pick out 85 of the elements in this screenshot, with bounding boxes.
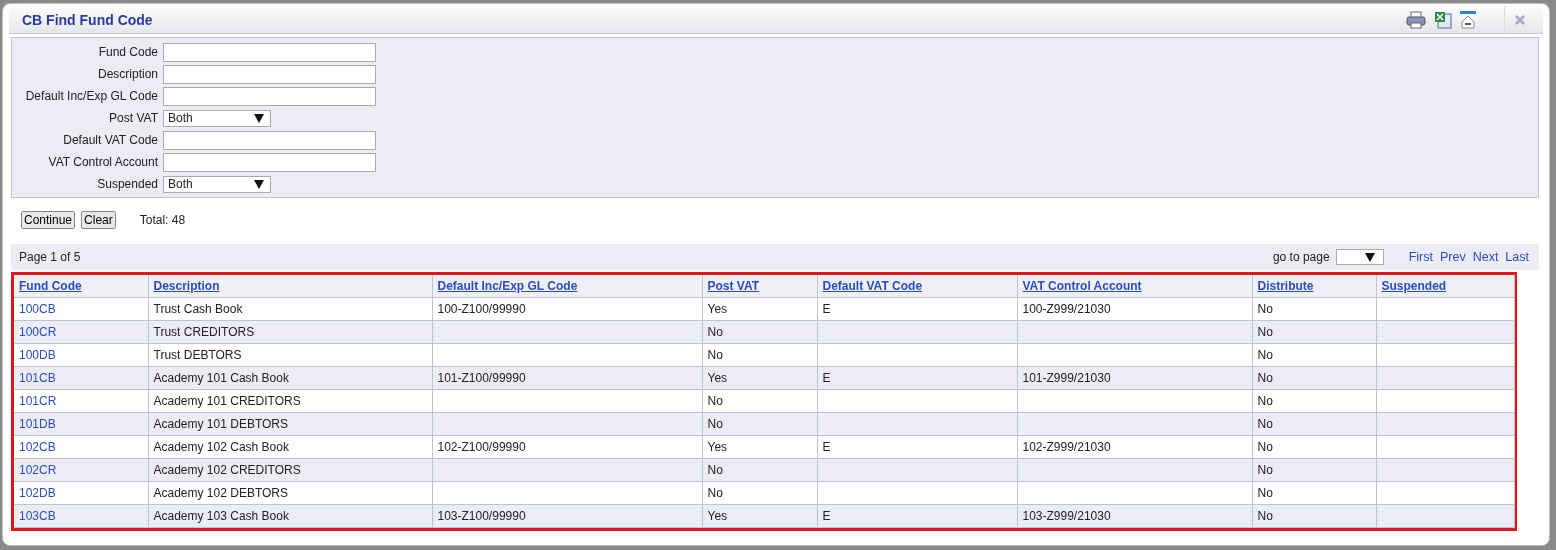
record-link[interactable]: 101DB [14, 412, 148, 436]
page-info: Page 1 of 5 [19, 250, 82, 264]
table-cell: No [702, 458, 817, 482]
table-cell: 103-Z100/99990 [432, 504, 702, 528]
close-icon[interactable] [1514, 13, 1526, 26]
field-label: Post VAT [108, 111, 159, 125]
record-link[interactable]: 100CB [14, 297, 148, 321]
table-cell: Academy 102 CREDITORS [148, 458, 432, 482]
record-link[interactable]: 101CR [14, 389, 148, 413]
record-link[interactable]: 101CB [14, 366, 148, 390]
print-icon[interactable] [1406, 10, 1426, 29]
table-cell: E [817, 435, 1017, 459]
table-cell: Trust CREDITORS [148, 320, 432, 344]
column-header-link[interactable]: Description [153, 279, 220, 293]
table-cell: Trust DEBTORS [148, 343, 432, 367]
table-cell: No [702, 343, 817, 367]
field-label: Description [96, 67, 159, 81]
table-cell: 100-Z100/99990 [432, 297, 702, 321]
table-cell: Trust Cash Book [148, 297, 432, 321]
table-cell: 102-Z999/21030 [1017, 435, 1252, 459]
table-cell: No [1252, 458, 1376, 482]
table-cell: No [702, 481, 817, 505]
table-cell: No [702, 320, 817, 344]
input-field[interactable] [163, 86, 376, 106]
table-cell: No [702, 412, 817, 436]
input-field[interactable] [163, 64, 376, 84]
collapse-icon[interactable] [1460, 10, 1476, 29]
select-field[interactable]: Both [163, 109, 271, 127]
table-cell: No [1252, 481, 1376, 505]
spreadsheet-icon[interactable] [1434, 10, 1452, 29]
input-field[interactable] [163, 152, 376, 172]
table-cell: No [1252, 320, 1376, 344]
field-label: Suspended [96, 177, 159, 191]
select-field[interactable]: Both [163, 175, 271, 193]
pager-link[interactable]: First [1408, 250, 1433, 264]
record-link[interactable]: 100CR [14, 320, 148, 344]
table-cell: Yes [702, 297, 817, 321]
field-label: VAT Control Account [47, 155, 159, 169]
pager-link[interactable]: Last [1505, 250, 1529, 264]
table-cell: Academy 103 Cash Book [148, 504, 432, 528]
table-cell: 103-Z999/21030 [1017, 504, 1252, 528]
table-cell: No [702, 389, 817, 413]
table-cell: Academy 101 Cash Book [148, 366, 432, 390]
table-cell: E [817, 366, 1017, 390]
table-cell: Academy 101 DEBTORS [148, 412, 432, 436]
table-cell: No [1252, 504, 1376, 528]
clear-button[interactable]: Clear [81, 211, 116, 229]
table-cell: E [817, 504, 1017, 528]
input-field[interactable] [163, 42, 376, 62]
table-cell: 100-Z999/21030 [1017, 297, 1252, 321]
table-cell: No [1252, 435, 1376, 459]
table-cell: No [1252, 389, 1376, 413]
continue-button[interactable]: Continue [21, 211, 76, 229]
table-cell: Yes [702, 504, 817, 528]
page-select[interactable] [1335, 249, 1384, 265]
pager-link[interactable]: Prev [1439, 250, 1466, 264]
record-link[interactable]: 102DB [14, 481, 148, 505]
table-cell: 101-Z999/21030 [1017, 366, 1252, 390]
record-link[interactable]: 102CR [14, 458, 148, 482]
table-cell: No [1252, 412, 1376, 436]
table-cell: Yes [702, 435, 817, 459]
caret-icon [1364, 252, 1375, 262]
record-link[interactable]: 100DB [14, 343, 148, 367]
table-cell: 102-Z100/99990 [432, 435, 702, 459]
total-count: Total: 48 [139, 213, 186, 227]
pager-link[interactable]: Next [1472, 250, 1499, 264]
table-cell: Academy 102 Cash Book [148, 435, 432, 459]
table-cell: Academy 101 CREDITORS [148, 389, 432, 413]
table-cell: No [1252, 366, 1376, 390]
table-cell: Yes [702, 366, 817, 390]
goto-label: go to page [1272, 250, 1330, 264]
window-title: CB Find Fund Code [22, 11, 154, 28]
record-link[interactable]: 102CB [14, 435, 148, 459]
field-label: Default VAT Code [62, 133, 159, 147]
record-link[interactable]: 103CB [14, 504, 148, 528]
table-cell: E [817, 297, 1017, 321]
caret-icon [254, 113, 264, 123]
table-cell: No [1252, 297, 1376, 321]
input-field[interactable] [163, 130, 376, 150]
table-cell: No [1252, 343, 1376, 367]
caret-icon [254, 179, 264, 189]
table-cell: 101-Z100/99990 [432, 366, 702, 390]
field-label: Default Inc/Exp GL Code [24, 89, 159, 103]
field-label: Fund Code [97, 45, 159, 59]
table-cell: Academy 102 DEBTORS [148, 481, 432, 505]
